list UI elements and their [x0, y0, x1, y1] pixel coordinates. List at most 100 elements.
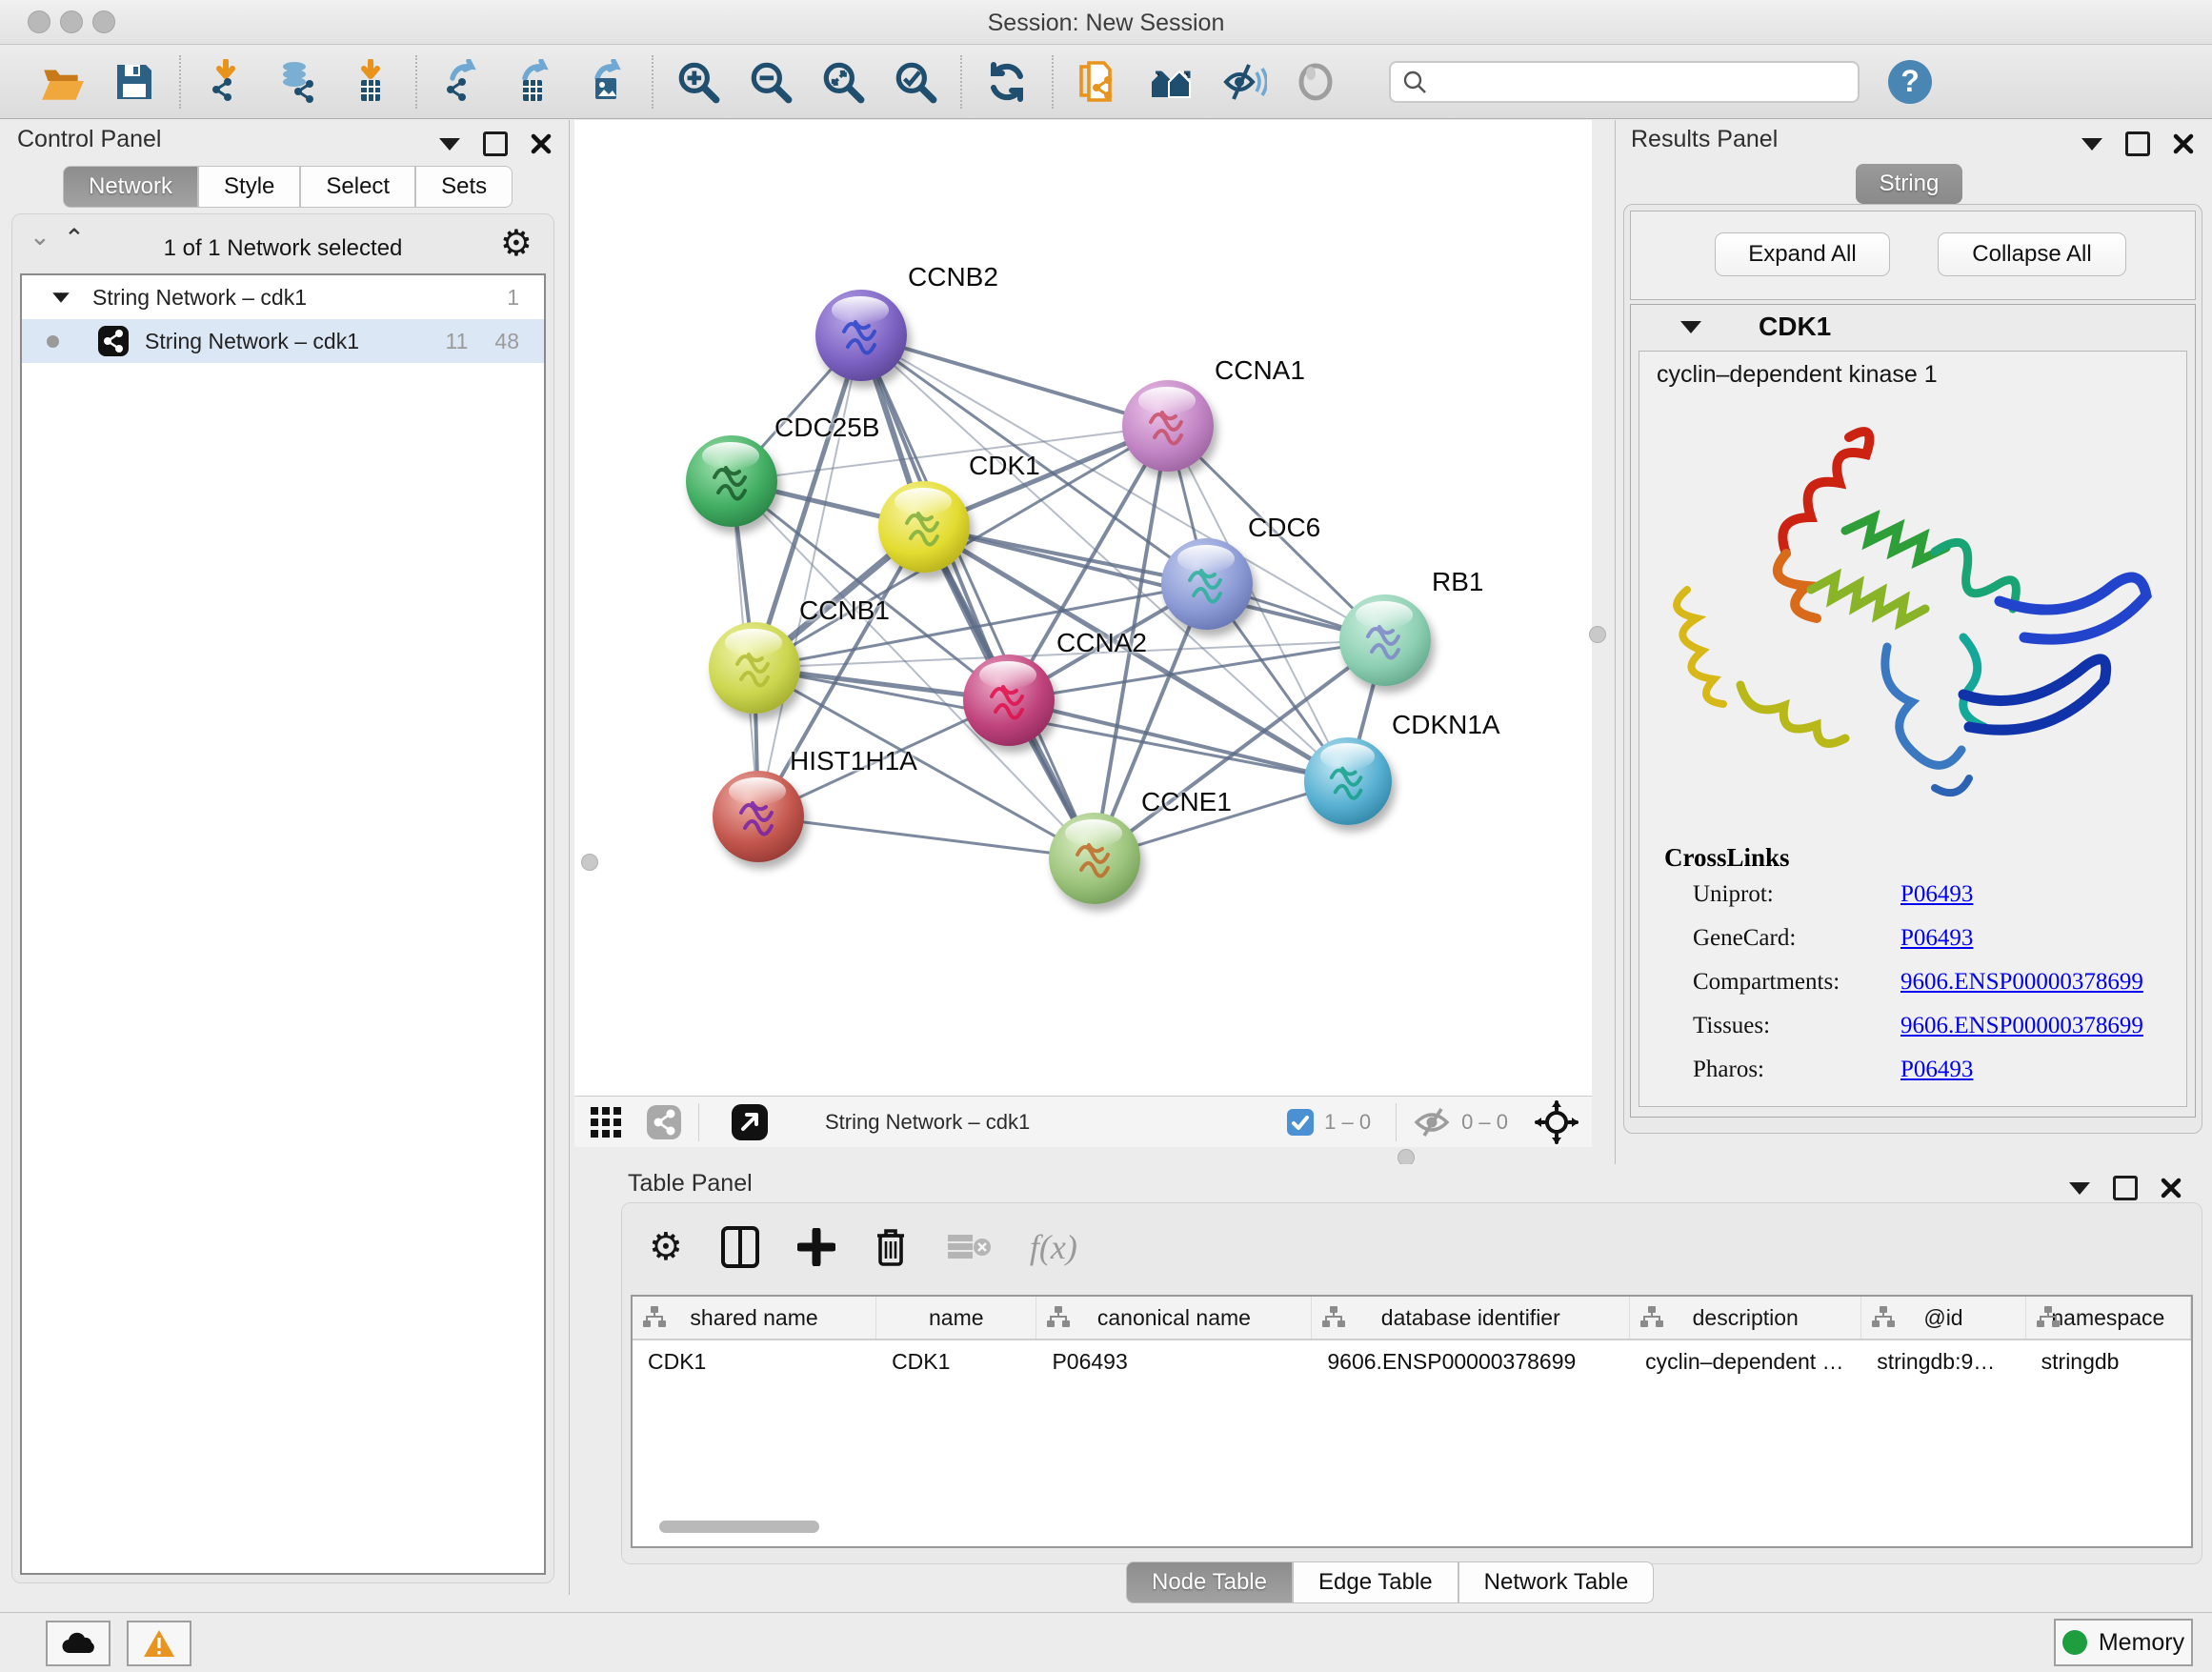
collection-disclosure-icon[interactable] [52, 292, 70, 302]
table-cell[interactable]: cyclin–dependent … [1630, 1340, 1861, 1382]
hide-selected-icon[interactable] [1219, 58, 1267, 106]
node-CCNA2[interactable] [963, 655, 1055, 746]
crosslink-row: Tissues: 9606.ENSP00000378699 [1693, 1013, 2167, 1039]
export-network-icon[interactable] [438, 58, 486, 106]
open-in-window-icon[interactable] [730, 1102, 770, 1142]
export-image-icon[interactable] [583, 58, 631, 106]
help-icon[interactable]: ? [1886, 58, 1934, 106]
import-network-database-icon[interactable] [274, 58, 322, 106]
network-collection-row[interactable]: String Network – cdk1 1 [22, 275, 544, 319]
table-cell[interactable]: stringdb [2026, 1340, 2191, 1382]
memory-button[interactable]: Memory [2054, 1619, 2193, 1666]
import-table-file-icon[interactable] [347, 58, 394, 106]
table-options-gear-icon[interactable]: ⚙ [649, 1225, 683, 1269]
fit-content-crosshair-icon[interactable] [1535, 1100, 1579, 1144]
table-panel-float-icon[interactable] [2113, 1176, 2138, 1200]
table-cell[interactable]: P06493 [1036, 1340, 1312, 1382]
network-options-gear-icon[interactable]: ⚙ [500, 222, 533, 265]
birdseye-grid-icon[interactable] [588, 1104, 624, 1140]
tab-string[interactable]: String [1856, 164, 1962, 204]
column-header-name[interactable]: name [876, 1297, 1036, 1339]
column-header-namespace[interactable]: namespace [2026, 1297, 2191, 1339]
control-panel-menu-icon[interactable] [439, 138, 460, 151]
results-panel-close-icon[interactable] [2173, 133, 2194, 154]
node-CCNB2[interactable] [815, 290, 907, 381]
show-all-icon[interactable] [1292, 58, 1339, 106]
network-view-title: String Network – cdk1 [825, 1110, 1030, 1135]
crosslink-value-link[interactable]: 9606.ENSP00000378699 [1900, 1013, 2143, 1039]
column-header-database-identifier[interactable]: database identifier [1312, 1297, 1630, 1339]
node-CCNA1[interactable] [1122, 380, 1214, 472]
left-splitter-handle[interactable] [581, 854, 598, 871]
show-columns-icon[interactable] [721, 1226, 759, 1268]
zoom-fit-icon[interactable] [819, 58, 867, 106]
zoom-out-icon[interactable] [747, 58, 794, 106]
delete-column-icon[interactable] [874, 1226, 908, 1268]
cloud-status-button[interactable] [46, 1621, 111, 1666]
save-session-icon[interactable] [111, 58, 158, 106]
node-label-CCNB2: CCNB2 [908, 262, 998, 292]
tab-style[interactable]: Style [198, 166, 300, 208]
network-edge-count: 48 [494, 329, 519, 354]
warnings-button[interactable] [127, 1621, 191, 1666]
share-view-icon[interactable] [645, 1103, 683, 1141]
hidden-eye-slash-icon[interactable] [1412, 1106, 1452, 1138]
tab-select[interactable]: Select [300, 166, 415, 208]
table-cell[interactable]: CDK1 [876, 1340, 1036, 1382]
table-cell[interactable]: stringdb:9… [1861, 1340, 2025, 1382]
crosslink-value-link[interactable]: 9606.ENSP00000378699 [1900, 969, 2143, 996]
node-CDC6[interactable] [1161, 538, 1253, 630]
table-cell[interactable]: CDK1 [633, 1340, 876, 1382]
node-CDC25B[interactable] [686, 435, 777, 527]
crosslink-value-link[interactable]: P06493 [1900, 881, 1973, 908]
export-table-icon[interactable] [511, 58, 558, 106]
column-header-shared-name[interactable]: shared name [633, 1297, 876, 1339]
control-panel-float-icon[interactable] [483, 131, 508, 156]
selected-checkbox-icon[interactable] [1286, 1108, 1315, 1137]
table-cell[interactable]: 9606.ENSP00000378699 [1312, 1340, 1630, 1382]
crosslinks-title: CrossLinks [1664, 843, 1790, 873]
network-canvas[interactable]: CCNB2 CCNA1 CDC25B CDK1 CDC6 RB1 CCNB1 [574, 120, 1592, 1147]
column-header-@id[interactable]: @id [1861, 1297, 2025, 1339]
right-splitter-handle[interactable] [1589, 626, 1606, 643]
results-panel-float-icon[interactable] [2125, 131, 2150, 156]
node-CCNB1[interactable] [709, 622, 800, 714]
add-column-icon[interactable] [797, 1228, 835, 1266]
node-CCNE1[interactable] [1049, 813, 1140, 904]
results-panel-menu-icon[interactable] [2081, 138, 2102, 151]
first-neighbors-icon[interactable] [1147, 58, 1195, 106]
node-HIST1H1A[interactable] [713, 771, 804, 862]
node-RB1[interactable] [1339, 594, 1431, 686]
refresh-view-icon[interactable] [983, 58, 1031, 106]
table-row[interactable]: CDK1CDK1P064939606.ENSP00000378699cyclin… [633, 1340, 2191, 1382]
network-row[interactable]: String Network – cdk1 11 48 [22, 319, 544, 363]
open-session-icon[interactable] [38, 58, 86, 106]
table-panel-menu-icon[interactable] [2069, 1182, 2090, 1195]
tab-sets[interactable]: Sets [415, 166, 513, 208]
protein-section-header[interactable]: CDK1 [1631, 305, 2195, 349]
tab-node-table[interactable]: Node Table [1126, 1561, 1293, 1603]
tab-network[interactable]: Network [63, 166, 198, 208]
expand-all-button[interactable]: Expand All [1715, 232, 1890, 276]
crosslink-label: Compartments: [1693, 969, 1900, 996]
column-header-canonical-name[interactable]: canonical name [1036, 1297, 1312, 1339]
tab-edge-table[interactable]: Edge Table [1293, 1561, 1458, 1603]
zoom-selected-icon[interactable] [892, 58, 939, 106]
crosslink-value-link[interactable]: P06493 [1900, 1057, 1973, 1083]
crosslink-row: GeneCard: P06493 [1693, 925, 2167, 952]
control-panel-close-icon[interactable] [531, 133, 552, 154]
import-network-file-icon[interactable] [202, 58, 250, 106]
protein-section-disclosure-icon[interactable] [1680, 321, 1701, 333]
toolbar-search-box[interactable] [1389, 61, 1860, 103]
tab-network-table[interactable]: Network Table [1458, 1561, 1655, 1603]
collapse-all-button[interactable]: Collapse All [1938, 232, 2126, 276]
table-panel-close-icon[interactable] [2161, 1178, 2182, 1199]
zoom-in-icon[interactable] [674, 58, 722, 106]
crosslink-value-link[interactable]: P06493 [1900, 925, 1973, 952]
node-CDK1[interactable] [878, 481, 970, 573]
node-CDKN1A[interactable] [1304, 737, 1392, 825]
search-input[interactable] [1427, 69, 1831, 95]
horizontal-scrollbar-thumb[interactable] [659, 1521, 819, 1533]
column-header-description[interactable]: description [1630, 1297, 1861, 1339]
copy-network-icon[interactable] [1075, 58, 1122, 106]
